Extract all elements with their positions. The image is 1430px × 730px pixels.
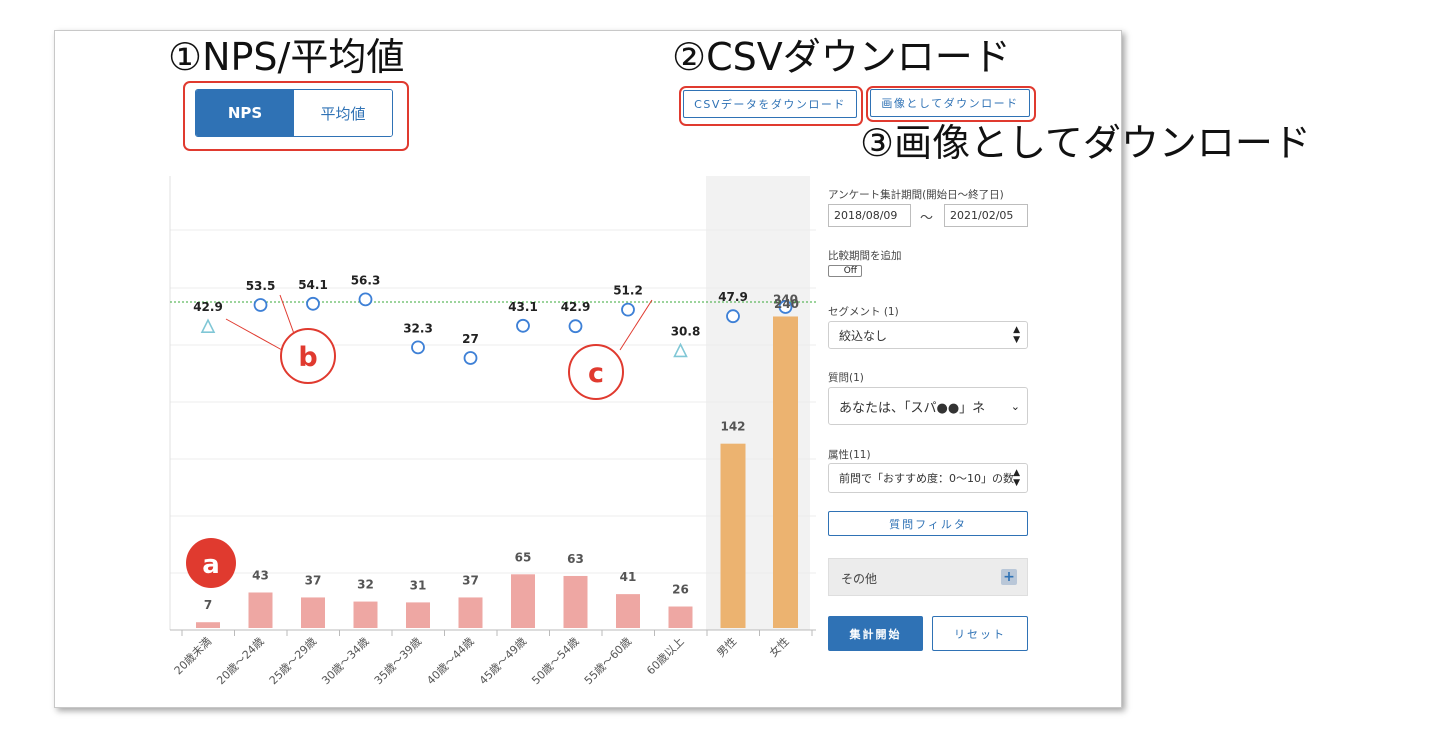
select-updown-icon: ▲ ▼ [1013,468,1020,488]
attribute-select[interactable]: 前問で「おすすめ度：0〜10」の数 ▲ ▼ [828,463,1028,493]
plus-icon[interactable]: + [1001,569,1017,585]
bar-10 [720,443,746,628]
segment-select-value: 絞込なし [839,328,888,343]
score-value-label-8: 51.2 [613,284,643,298]
x-tick-label-10: 男性 [714,634,739,659]
x-tick-label-6: 45歳〜49歳 [477,635,529,687]
score-marker-triangle-9 [673,342,688,358]
score-marker-circle-6 [516,318,530,333]
score-value-label-5: 27 [462,332,479,346]
bar-value-label-2: 37 [305,573,322,587]
period-label: アンケート集計期間(開始日〜終了日) [828,189,1004,201]
score-marker-circle-2 [306,296,320,311]
question-filter-button[interactable]: 質問フィルタ [828,511,1028,536]
bar-value-label-1: 43 [252,568,269,582]
bar-9 [668,606,693,628]
bar-value-label-3: 32 [357,578,374,592]
bar-value-label-0: 7 [204,598,212,612]
attribute-select-value: 前問で「おすすめ度：0〜10」の数 [839,472,1014,485]
score-marker-circle-7 [568,319,583,334]
score-value-label-7: 42.9 [561,300,591,314]
reset-button[interactable]: リセット [932,616,1028,651]
bar-0 [196,622,220,628]
score-value-label-0: 42.9 [193,300,223,314]
score-value-label-1: 53.5 [246,279,276,293]
annotation-letter-b: b [298,342,317,373]
score-value-label-3: 56.3 [351,273,381,287]
x-tick-label-3: 30歳〜34歳 [319,635,371,687]
bar-2 [301,597,325,628]
score-marker-circle-8 [621,302,635,317]
nps-chart: 7 43 37 32 31 37 65 63 41 26 142 240 42.9 53.5 54.1 56… [169,176,844,687]
bar-4 [406,602,430,628]
compare-period-label: 比較期間を追加 [828,250,902,262]
start-aggregation-button[interactable]: 集計開始 [828,616,923,651]
annotation-letter-c: c [588,358,604,389]
bar-value-label-5: 37 [462,573,479,587]
score-value-label-2: 54.1 [298,278,328,292]
score-marker-circle-4 [411,340,425,355]
bar-value-label-9: 26 [672,583,689,597]
score-marker-circle-10 [726,309,740,324]
bar-8 [616,594,640,628]
question-select-value: あなたは、「スパ●●」ネ [839,400,986,416]
score-value-label-6: 43.1 [508,300,538,314]
bar-value-label-4: 31 [410,578,427,592]
filter-panel: アンケート集計期間(開始日〜終了日) 2018/08/09 〜 2021/02/… [816,165,1030,677]
score-marker-circle-1 [253,298,268,312]
x-tick-label-8: 55歳〜60歳 [582,635,634,687]
bar-value-label-6: 65 [515,550,532,564]
score-marker-triangle-0 [200,318,216,334]
bar-3 [353,601,378,628]
bar-value-label-10: 142 [720,420,745,434]
x-tick-label-11: 女性 [766,634,791,659]
segment-select[interactable]: 絞込なし ▲ ▼ [828,321,1028,349]
bar-5 [458,597,483,628]
x-tick-label-0: 20歳未満 [172,635,214,677]
x-tick-label-7: 50歳〜54歳 [529,635,581,687]
question-select[interactable]: あなたは、「スパ●●」ネ ⌄ [828,387,1028,425]
x-tick-label-9: 60歳以上 [644,635,686,677]
score-marker-circle-5 [463,351,478,365]
score-marker-circle-3 [358,292,373,307]
bar-7 [563,575,588,628]
annotation-letter-a: a [202,550,220,580]
select-updown-icon: ▲ ▼ [1013,325,1020,345]
bar-1 [248,592,273,628]
question-label: 質問(1) [828,372,864,384]
other-label: その他 [841,572,878,586]
score-value-label-4: 32.3 [403,321,433,335]
segment-label: セグメント (1) [828,306,899,318]
end-date-input[interactable]: 2021/02/05 [944,204,1028,227]
x-tick-label-5: 40歳〜44歳 [424,635,476,687]
compare-period-toggle[interactable]: Off [828,265,862,277]
bar-6 [511,574,535,628]
attribute-label: 属性(11) [828,449,871,461]
score-value-label-11: 240 [774,297,799,311]
x-tick-label-2: 25歳〜29歳 [267,635,319,687]
score-value-label-10: 47.9 [718,290,748,304]
chevron-down-icon: ⌄ [1010,399,1020,413]
x-tick-label-4: 35歳〜39歳 [372,635,424,687]
start-date-input[interactable]: 2018/08/09 [828,204,911,227]
bar-value-label-8: 41 [620,570,637,584]
other-accordion[interactable]: その他 + [828,558,1028,596]
date-range-separator: 〜 [920,211,934,226]
bar-11 [773,316,798,628]
score-value-label-9: 30.8 [671,324,701,338]
bar-value-label-7: 63 [567,552,584,566]
x-tick-label-1: 20歳〜24歳 [214,635,266,687]
